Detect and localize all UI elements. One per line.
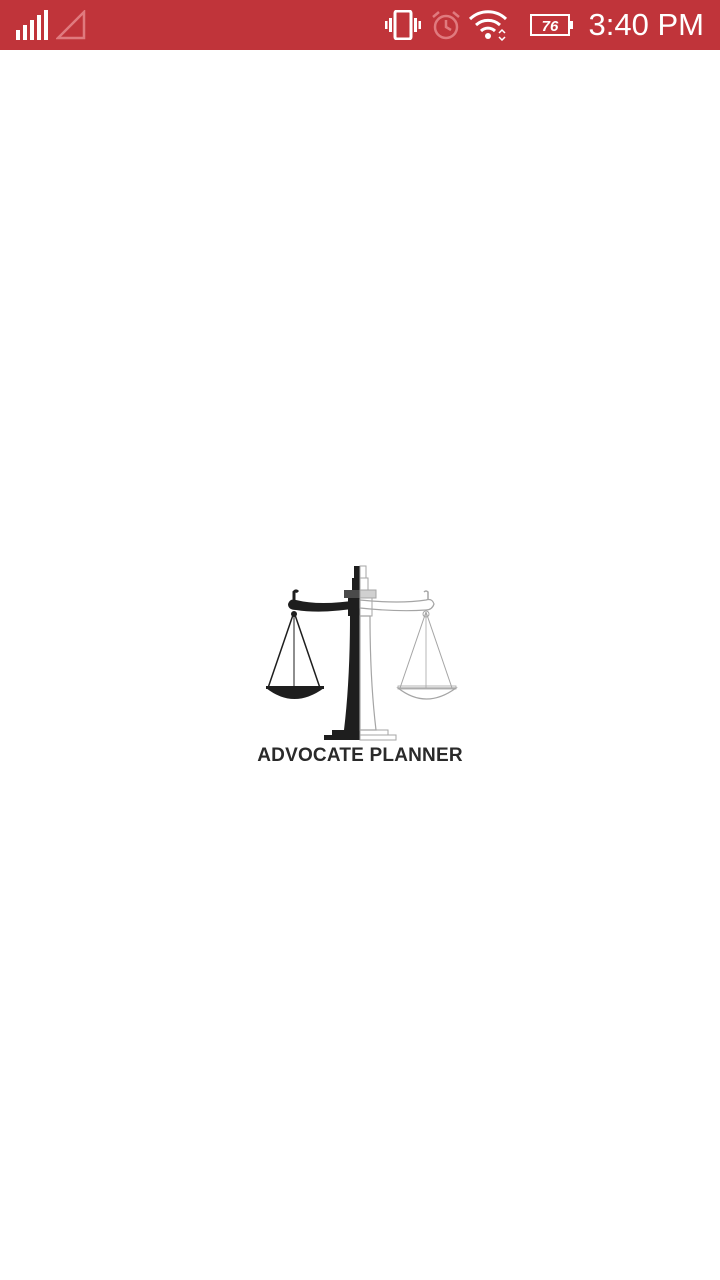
battery-level: 76 xyxy=(542,18,559,35)
splash-screen: 76 3:40 PM ADVOCATE PLANNER xyxy=(0,0,720,1280)
status-bar: 76 3:40 PM xyxy=(0,0,720,50)
app-name: ADVOCATE PLANNER xyxy=(257,745,463,766)
status-time: 3:40 PM xyxy=(588,7,704,42)
no-sim-signal-icon xyxy=(56,0,86,50)
vibrate-icon xyxy=(385,0,421,50)
alarm-icon xyxy=(430,0,462,50)
wifi-icon xyxy=(468,0,508,50)
battery-icon: 76 xyxy=(530,0,574,50)
splash-content xyxy=(0,50,720,1280)
signal-icon xyxy=(16,0,50,50)
